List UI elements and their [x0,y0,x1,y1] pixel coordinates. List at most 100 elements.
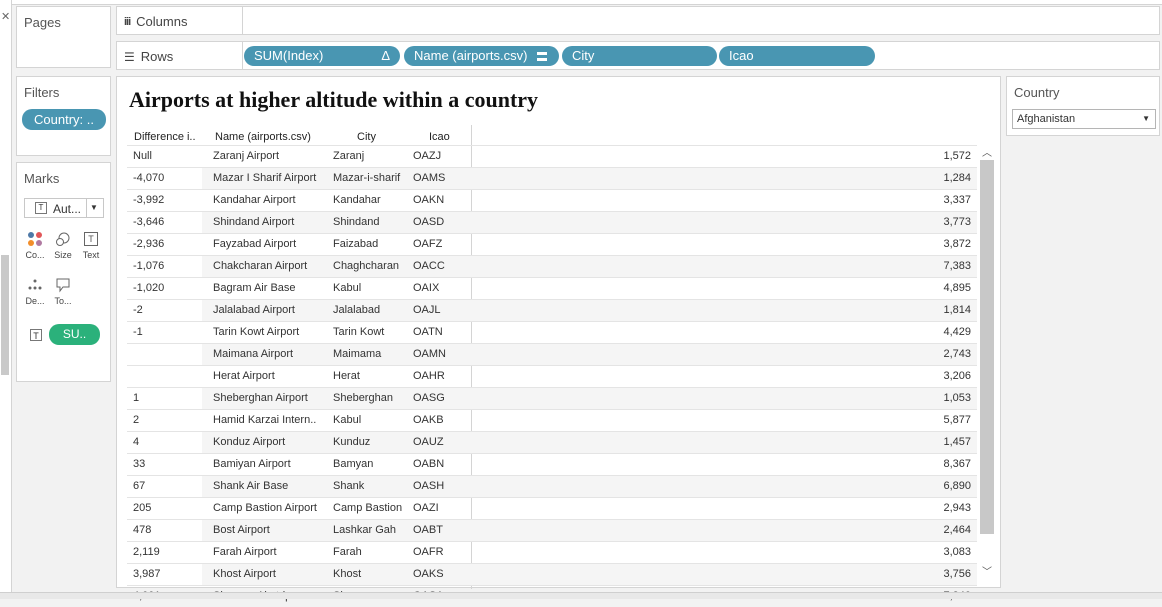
text-field-pill[interactable]: SU.. [49,324,100,345]
country-select[interactable]: Afghanistan ▼ [1012,109,1156,129]
marks-title: Marks [24,171,60,186]
table-row[interactable]: -3,646 Shindand Airport Shindand OASD 3,773 [127,211,977,233]
table-row[interactable]: 4 Konduz Airport Kunduz OAUZ 1,457 [127,431,977,453]
row-band [202,300,977,321]
country-filter-pill[interactable]: Country: .. [22,109,106,130]
value-cell: 1,284 [943,172,971,184]
icao-cell: OABT [413,524,443,536]
city-cell: Shank [333,480,365,492]
table-row[interactable]: 478 Bost Airport Lashkar Gah OABT 2,464 [127,519,977,541]
table-row[interactable]: -2,936 Fayzabad Airport Faizabad OAFZ 3,872 [127,233,977,255]
icao-cell: OAKB [413,414,444,426]
text-card[interactable]: T Text [81,230,101,260]
tooltip-card[interactable]: To... [53,276,73,306]
icao-cell: OACC [413,260,445,272]
city-cell: Kunduz [333,436,371,448]
table-row[interactable]: Herat Airport Herat OAHR 3,206 [127,365,977,387]
difference-cell: -3,992 [133,194,165,206]
city-cell: Maimama [333,348,382,360]
table-row[interactable]: -3,992 Kandahar Airport Kandahar OAKN 3,337 [127,189,977,211]
scroll-up-icon[interactable]: ︿ [982,144,992,159]
scroll-down-icon[interactable]: ﹀ [982,563,992,578]
columns-icon: iii [124,15,131,28]
icao-cell: OAFZ [413,238,443,250]
table-row[interactable]: 67 Shank Air Base Shank OASH 6,890 [127,475,977,497]
data-table: Null Zaranj Airport Zaranj OAZJ 1,572 -4,070 M… [127,145,977,607]
difference-cell: 4 [133,436,140,448]
column-header-city[interactable]: City [357,131,376,143]
data-pane-scrollbar[interactable] [1,255,9,375]
airport-name-cell: Shindand Airport [213,216,295,228]
vertical-scrollbar[interactable]: ︿ ﹀ [980,144,994,578]
value-cell: 8,367 [943,458,971,470]
value-cell: 1,457 [943,436,971,448]
value-cell: 3,337 [943,194,971,206]
icao-cell: OAFR [413,546,444,558]
city-cell: Chaghcharan [333,260,400,272]
scrollbar-thumb[interactable] [980,160,994,534]
airport-name-cell: Hamid Karzai Intern.. [213,414,317,426]
table-row[interactable]: 205 Camp Bastion Airport Camp Bastion OAZI 2… [127,497,977,519]
table-row[interactable]: -1,020 Bagram Air Base Kabul OAIX 4,895 [127,277,977,299]
difference-cell: 2,119 [133,546,160,558]
table-row[interactable]: Null Zaranj Airport Zaranj OAZJ 1,572 [127,145,977,167]
difference-cell: -2,936 [133,238,165,250]
rows-pill-name[interactable]: Name (airports.csv) ▬ ▬ [404,46,559,66]
value-cell: 4,895 [943,282,971,294]
table-row[interactable]: Maimana Airport Maimama OAMN 2,743 [127,343,977,365]
icao-cell: OAZJ [413,150,442,162]
icao-cell: OATN [413,326,443,338]
table-row[interactable]: 2 Hamid Karzai Intern.. Kabul OAKB 5,877 [127,409,977,431]
difference-cell: 478 [133,524,152,536]
row-band [202,168,977,189]
rows-pill-icao[interactable]: Icao [719,46,875,66]
table-row[interactable]: 3,987 Khost Airport Khost OAKS 3,756 [127,563,977,585]
mark-type-dropdown[interactable]: T Aut... ▼ [24,198,104,218]
color-card[interactable]: Co... [25,230,45,260]
row-band [202,432,977,453]
pages-title: Pages [24,15,61,30]
value-cell: 5,877 [943,414,971,426]
city-cell: Bamyan [333,458,374,470]
table-row[interactable]: 33 Bamiyan Airport Bamyan OABN 8,367 [127,453,977,475]
column-header-icao[interactable]: Icao [429,131,450,143]
table-row[interactable]: 2,119 Farah Airport Farah OAFR 3,083 [127,541,977,563]
rows-label: Rows [140,49,174,64]
color-icon [26,230,44,248]
rows-pill-sum-index[interactable]: SUM(Index) Δ [244,46,400,66]
sheet-tabs-bar[interactable] [0,592,1162,599]
difference-cell: 67 [133,480,146,492]
value-cell: 2,464 [943,524,971,536]
columns-shelf[interactable]: iii Columns [116,6,1160,35]
table-row[interactable]: -1,076 Chakcharan Airport Chaghcharan OACC 7… [127,255,977,277]
city-cell: Jalalabad [333,304,381,316]
close-icon[interactable]: ✕ [1,10,10,23]
column-header-difference[interactable]: Difference i.. [134,131,196,143]
icao-cell: OAZI [413,502,439,514]
column-header-name[interactable]: Name (airports.csv) [215,131,311,143]
row-band [202,388,977,409]
value-cell: 7,383 [943,260,971,272]
icao-cell: OAMS [413,172,446,184]
table-row[interactable]: -4,070 Mazar I Sharif Airport Mazar-i-shar… [127,167,977,189]
rows-pill-city[interactable]: City [562,46,717,66]
icao-cell: OASH [413,480,445,492]
difference-cell: -3,646 [133,216,165,228]
icao-cell: OAJL [413,304,441,316]
table-row[interactable]: 1 Sheberghan Airport Sheberghan OASG 1,053 [127,387,977,409]
table-row[interactable]: -1 Tarin Kowt Airport Tarin Kowt OATN 4,429 [127,321,977,343]
row-band [202,564,977,585]
data-pane-edge: ✕ [0,0,12,599]
value-cell: 1,814 [943,304,971,316]
airport-name-cell: Camp Bastion Airport [213,502,317,514]
value-cell: 2,743 [943,348,971,360]
airport-name-cell: Chakcharan Airport [213,260,308,272]
value-cell: 3,872 [943,238,971,250]
table-row[interactable]: -2 Jalalabad Airport Jalalabad OAJL 1,814 [127,299,977,321]
size-card[interactable]: Size [53,230,73,260]
filters-title: Filters [24,85,60,100]
detail-card[interactable]: De... [25,276,45,306]
worksheet-title: Airports at higher altitude within a cou… [129,87,539,112]
difference-cell: 2 [133,414,140,426]
text-icon: T [82,230,100,248]
